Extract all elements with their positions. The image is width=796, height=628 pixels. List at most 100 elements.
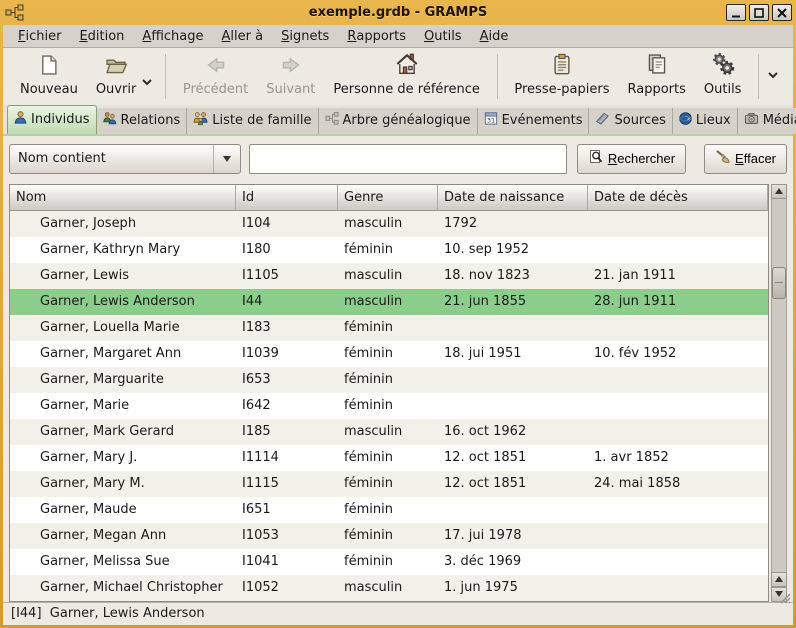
cell-id: I653 [236,367,338,393]
table-row[interactable]: Garner, Mary M.I1115féminin12. oct 18512… [10,471,768,497]
table-row[interactable]: Garner, Louella MarieI183féminin [10,315,768,341]
toolbar-button-presse-papiers[interactable]: Presse-papiers [505,53,618,100]
table-row[interactable]: Garner, Mark GerardI185masculin16. oct 1… [10,419,768,445]
maximize-icon [753,7,765,19]
tab-arbre-genealogique[interactable]: Arbre généalogique [319,108,478,134]
cell-genre: masculin [338,575,438,601]
search-input[interactable] [249,144,567,174]
table-row[interactable]: Garner, MarieI642féminin [10,393,768,419]
toolbar-button-precedent: Précédent [174,53,257,100]
menu-item-signets[interactable]: Signets [272,25,338,47]
table-row[interactable]: Garner, Margaret AnnI1039féminin18. jui … [10,341,768,367]
cell-date-naissance: 10. sep 1952 [438,237,588,263]
tab-evenements[interactable]: 31Evénements [478,108,590,134]
menu-item-affichage[interactable]: Affichage [133,25,212,47]
toolbar: Nouveau Ouvrir PrécédentSuivantPersonne de… [3,48,793,105]
minimize-button[interactable] [726,4,746,21]
cell-date-naissance: 12. oct 1851 [438,471,588,497]
scrollbar-track[interactable] [771,199,787,572]
maximize-button[interactable] [749,4,769,21]
cell-id: I1114 [236,445,338,471]
toolbar-button-nouveau[interactable]: Nouveau [11,53,87,100]
menu-item-aide[interactable]: Aide [471,25,518,47]
cell-date-naissance: 12. oct 1851 [438,445,588,471]
cell-date-deces [588,497,768,523]
cell-date-deces [588,575,768,601]
table-row[interactable]: Garner, Melissa SueI1041féminin3. déc 19… [10,549,768,575]
table-row[interactable]: Garner, Mary J.I1114féminin12. oct 18511… [10,445,768,471]
table-row[interactable]: Garner, LewisI1105masculin18. nov 182321… [10,263,768,289]
column-header-date-naissance[interactable]: Date de naissance [438,185,588,211]
tab-lieux[interactable]: Lieux [673,108,738,134]
relations-icon [102,111,118,130]
table-row[interactable]: Garner, Michael ChristopherI1052masculin… [10,575,768,601]
toolbar-button-label: Ouvrir [96,82,136,97]
table-row[interactable]: Garner, MaudeI651féminin [10,497,768,523]
cell-nom: Garner, Margaret Ann [10,341,236,367]
calendar-icon: 31 [483,111,499,130]
tree-icon [324,111,340,130]
tab-label: Individus [31,112,90,127]
tab-label: Liste de famille [212,113,311,128]
resize-grip-icon[interactable] [744,575,791,623]
cell-date-deces: 28. jun 1911 [588,289,768,315]
table-row[interactable]: Garner, Megan AnnI1053féminin17. jui 197… [10,523,768,549]
scrollbar-thumb[interactable] [772,267,786,299]
column-header-date-deces[interactable]: Date de décès [588,185,768,211]
cell-id: I651 [236,497,338,523]
menu-item-fichier[interactable]: Fichier [9,25,70,47]
cell-date-deces [588,367,768,393]
toolbar-button-outils[interactable]: Outils [695,53,751,100]
filter-bar: Nom contient Rechercher Effacer [9,142,787,176]
cell-date-naissance: 3. déc 1969 [438,549,588,575]
cell-genre: féminin [338,341,438,367]
cell-genre: masculin [338,289,438,315]
window: exemple.grdb - GRAMPS FichierEditionAffi… [0,0,796,628]
toolbar-overflow-button[interactable] [767,69,779,84]
vertical-scrollbar[interactable] [771,184,787,602]
tab-sources[interactable]: Sources [589,108,672,134]
title-bar[interactable]: exemple.grdb - GRAMPS [3,0,793,25]
table-row[interactable]: Garner, MarguariteI653féminin [10,367,768,393]
toolbar-button-suivant: Suivant [257,53,324,100]
home-icon [395,52,419,80]
cell-nom: Garner, Louella Marie [10,315,236,341]
cell-id: I1053 [236,523,338,549]
tab-relations[interactable]: Relations [97,108,188,134]
open-dropdown-button[interactable] [141,76,153,91]
toolbar-button-ouvrir[interactable]: Ouvrir [87,53,145,100]
cell-date-deces: 21. jan 1911 [588,263,768,289]
cell-genre: masculin [338,211,438,237]
cell-id: I1115 [236,471,338,497]
new-document-icon [38,54,60,80]
menu-item-edition[interactable]: Edition [70,25,133,47]
menu-item-rapports[interactable]: Rapports [338,25,415,47]
menu-item-outils[interactable]: Outils [415,25,471,47]
column-header-id[interactable]: Id [236,185,338,211]
cell-nom: Garner, Mary M. [10,471,236,497]
table-row[interactable]: Garner, Lewis AndersonI44masculin21. jun… [10,289,768,315]
cell-date-deces: 1. avr 1852 [588,445,768,471]
tab-media[interactable]: Média [738,108,796,134]
clipboard-icon [551,52,573,80]
menu-item-aller-a[interactable]: Aller à [213,25,273,47]
tab-individus[interactable]: Individus [7,105,97,134]
column-header-nom[interactable]: Nom [10,185,236,211]
clear-button[interactable]: Effacer [704,144,787,174]
cell-date-deces [588,523,768,549]
cell-date-naissance: 17. jui 1978 [438,523,588,549]
toolbar-button-personne-de-reference[interactable]: Personne de référence [324,53,489,100]
search-button[interactable]: Rechercher [577,144,686,174]
scroll-up-button[interactable] [771,184,787,199]
filter-field-dropdown[interactable]: Nom contient [9,144,241,174]
tab-label: Arbre généalogique [343,113,471,128]
table-row[interactable]: Garner, Kathryn MaryI180féminin10. sep 1… [10,237,768,263]
column-header-genre[interactable]: Genre [338,185,438,211]
toolbar-button-rapports[interactable]: Rapports [619,53,695,100]
table-row[interactable]: Garner, JosephI104masculin1792 [10,211,768,237]
tab-label: Evénements [502,113,583,128]
back-arrow-icon [205,54,227,80]
tab-liste-de-famille[interactable]: Liste de famille [187,108,318,134]
cell-genre: féminin [338,497,438,523]
close-button[interactable] [772,4,792,21]
